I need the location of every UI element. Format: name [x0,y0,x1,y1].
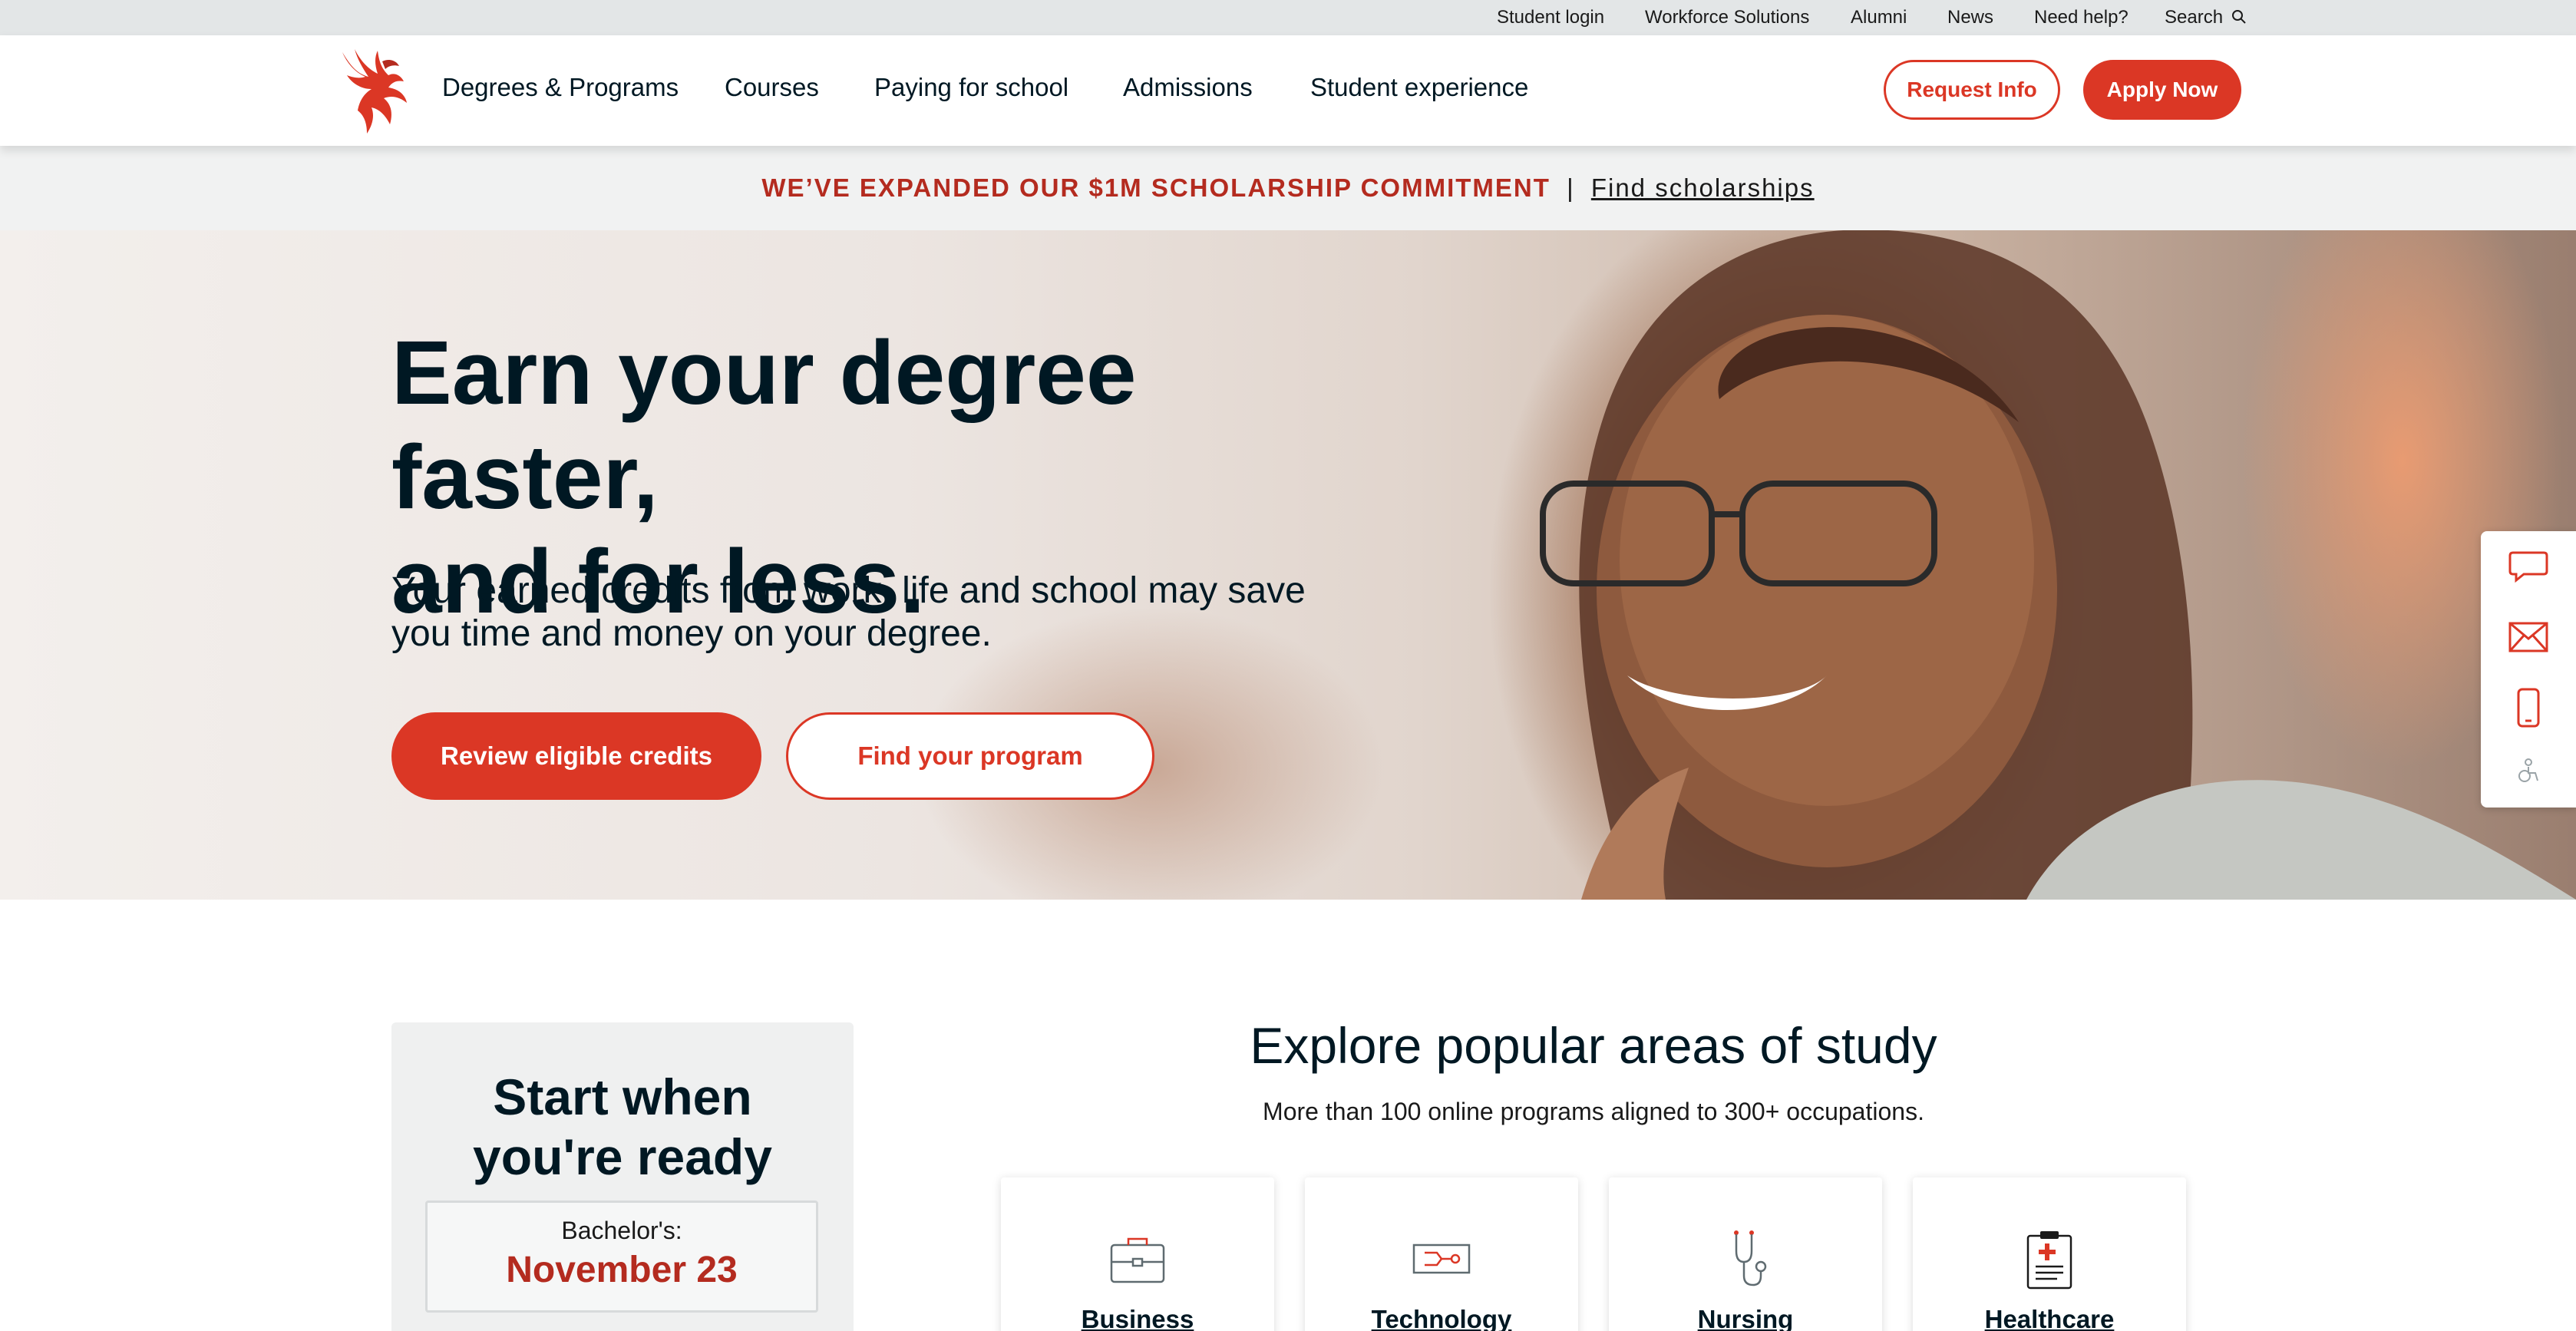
study-area-business-card[interactable]: Business [1001,1177,1274,1331]
request-info-button[interactable]: Request Info [1884,60,2060,120]
study-area-label: Healthcare [1984,1305,2115,1331]
start-date-value: November 23 [506,1250,738,1290]
review-eligible-credits-button[interactable]: Review eligible credits [391,712,761,800]
hero-subtitle: Your earned credits from work, life and … [391,570,1389,656]
stethoscope-icon [1734,1230,1767,1286]
start-card-title: Start when you're ready [391,1067,854,1187]
banner-headline: WE’VE EXPANDED OUR $1M SCHOLARSHIP COMMI… [761,173,1551,202]
briefcase-icon [1110,1237,1165,1283]
hero-student-photo [1540,230,2576,900]
utility-bar: Student login Workforce Solutions Alumni… [0,0,2576,35]
circuit-tag-icon [1412,1243,1471,1274]
find-your-program-button[interactable]: Find your program [786,712,1154,800]
student-login-link[interactable]: Student login [1497,0,1604,35]
degree-label: Bachelor's: [561,1217,682,1244]
scholarship-banner: WE’VE EXPANDED OUR $1M SCHOLARSHIP COMMI… [0,146,2576,230]
banner-separator: | [1567,173,1575,202]
chat-button[interactable] [2481,531,2576,602]
hero-subtitle-line-1: Your earned credits from work, life and … [391,570,1306,611]
email-icon [2508,622,2548,652]
study-area-label: Technology [1371,1305,1512,1331]
nav-admissions[interactable]: Admissions [1123,35,1253,140]
email-button[interactable] [2481,602,2576,672]
need-help-link[interactable]: Need help? [2034,0,2129,35]
side-contact-toolbar [2481,531,2576,808]
nav-paying-for-school[interactable]: Paying for school [874,35,1068,140]
nav-courses[interactable]: Courses [725,35,819,140]
study-area-technology-card[interactable]: Technology [1305,1177,1578,1331]
accessibility-button[interactable] [2481,740,2576,801]
phoenix-logo-icon[interactable] [335,45,411,137]
main-navigation: Degrees & Programs Courses Paying for sc… [0,35,2576,146]
workforce-solutions-link[interactable]: Workforce Solutions [1645,0,1809,35]
hero-title-line-1: Earn your degree faster, [391,322,1137,528]
find-scholarships-link[interactable]: Find scholarships [1591,173,1815,202]
accessibility-icon [2518,758,2538,782]
start-title-line-1: Start when [493,1068,752,1125]
phone-icon [2517,688,2540,728]
explore-heading: Explore popular areas of study [1250,1017,1937,1074]
study-area-healthcare-card[interactable]: Healthcare [1913,1177,2186,1331]
medical-clipboard-icon [2026,1231,2072,1290]
news-link[interactable]: News [1947,0,1993,35]
hero-subtitle-line-2: you time and money on your degree. [391,613,992,654]
start-title-line-2: you're ready [473,1128,772,1185]
search-link[interactable]: Search [2165,0,2247,35]
search-icon [2231,10,2246,24]
bachelors-start-date-box: Bachelor's: November 23 [425,1201,818,1313]
apply-now-button[interactable]: Apply Now [2083,60,2241,120]
alumni-link[interactable]: Alumni [1851,0,1907,35]
study-area-nursing-card[interactable]: Nursing [1609,1177,1882,1331]
nav-degrees-programs[interactable]: Degrees & Programs [442,35,679,140]
study-area-label: Nursing [1697,1305,1794,1331]
study-area-label: Business [1081,1305,1194,1331]
explore-subheading: More than 100 online programs aligned to… [1263,1098,1924,1125]
search-label: Search [2165,7,2224,28]
phone-button[interactable] [2481,672,2576,743]
chat-icon [2508,551,2548,583]
nav-student-experience[interactable]: Student experience [1310,35,1528,140]
hero-section: Earn your degree faster, and for less. Y… [0,230,2576,900]
start-date-card: Start when you're ready Bachelor's: Nove… [391,1022,854,1331]
